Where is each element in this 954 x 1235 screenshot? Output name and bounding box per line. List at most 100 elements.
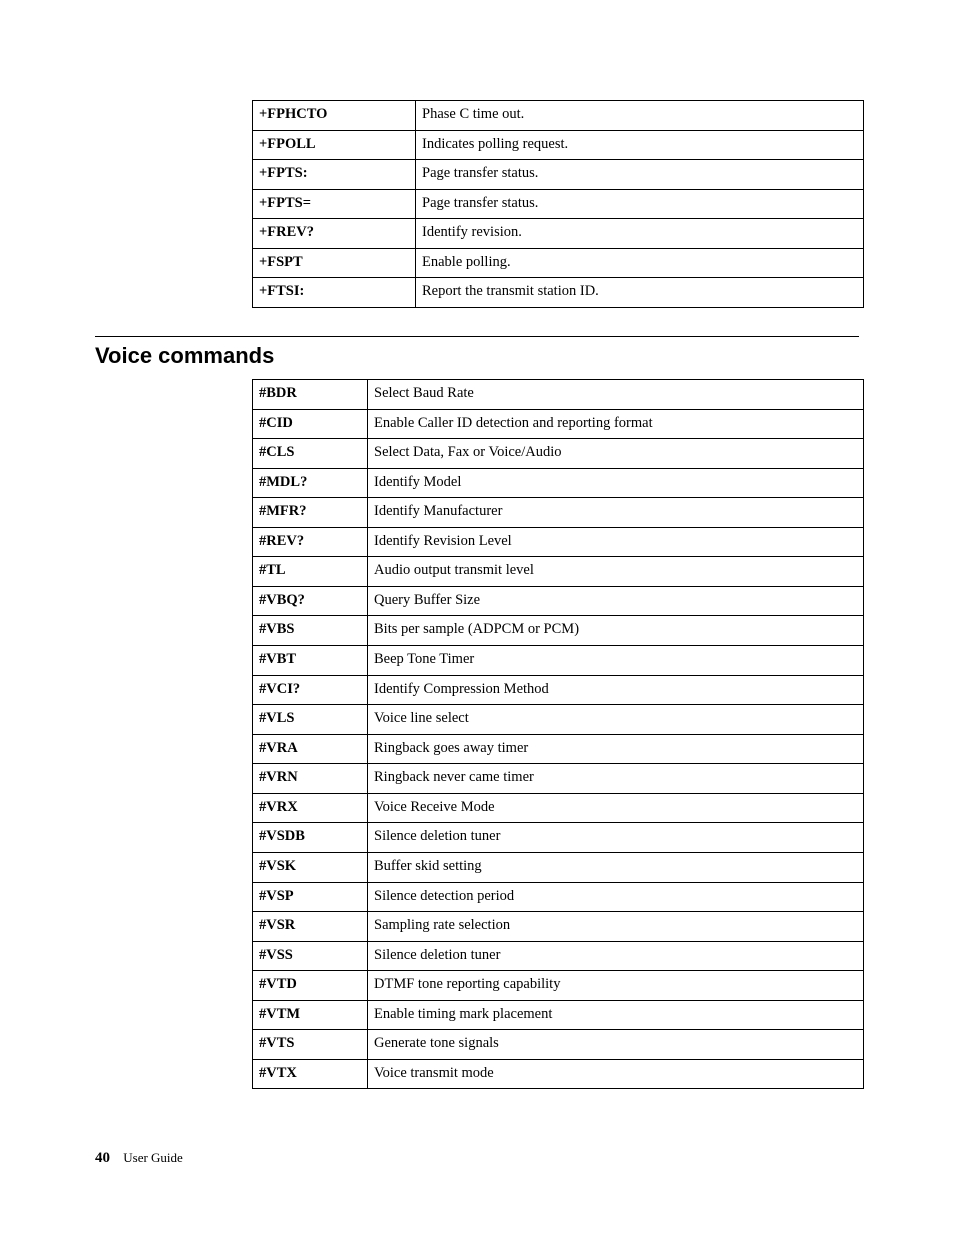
table-row: #REV?Identify Revision Level: [253, 527, 864, 557]
table-row: #VTDDTMF tone reporting capability: [253, 971, 864, 1001]
command-cell: +FTSI:: [253, 278, 416, 308]
command-cell: #VSP: [253, 882, 368, 912]
table-row: #VSPSilence detection period: [253, 882, 864, 912]
fax-table-body: +FPHCTOPhase C time out. +FPOLLIndicates…: [253, 101, 864, 308]
table-row: +FSPTEnable polling.: [253, 248, 864, 278]
description-cell: Identify Manufacturer: [368, 498, 864, 528]
description-cell: Identify Model: [368, 468, 864, 498]
command-cell: #VTS: [253, 1030, 368, 1060]
description-cell: Identify revision.: [416, 219, 864, 249]
page: +FPHCTOPhase C time out. +FPOLLIndicates…: [0, 0, 954, 1235]
command-cell: #VLS: [253, 705, 368, 735]
description-cell: Page transfer status.: [416, 160, 864, 190]
table-row: #VSSSilence deletion tuner: [253, 941, 864, 971]
description-cell: Bits per sample (ADPCM or PCM): [368, 616, 864, 646]
footer-label: User Guide: [123, 1150, 183, 1165]
page-number: 40: [95, 1150, 110, 1166]
command-cell: #VTM: [253, 1000, 368, 1030]
description-cell: Select Data, Fax or Voice/Audio: [368, 439, 864, 469]
description-cell: Identify Compression Method: [368, 675, 864, 705]
table-row: +FPTS:Page transfer status.: [253, 160, 864, 190]
voice-table-body: #BDRSelect Baud Rate #CIDEnable Caller I…: [253, 379, 864, 1089]
voice-commands-table: #BDRSelect Baud Rate #CIDEnable Caller I…: [252, 379, 864, 1090]
command-cell: +FPTS=: [253, 189, 416, 219]
table-row: #VTXVoice transmit mode: [253, 1059, 864, 1089]
table-row: #VSRSampling rate selection: [253, 912, 864, 942]
table-row: #VRNRingback never came timer: [253, 764, 864, 794]
description-cell: Query Buffer Size: [368, 586, 864, 616]
description-cell: Enable polling.: [416, 248, 864, 278]
table-row: +FPHCTOPhase C time out.: [253, 101, 864, 131]
table-row: #BDRSelect Baud Rate: [253, 379, 864, 409]
description-cell: Voice Receive Mode: [368, 793, 864, 823]
table-row: #VTMEnable timing mark placement: [253, 1000, 864, 1030]
command-cell: #VSDB: [253, 823, 368, 853]
description-cell: Beep Tone Timer: [368, 646, 864, 676]
description-cell: Page transfer status.: [416, 189, 864, 219]
command-cell: #VRX: [253, 793, 368, 823]
description-cell: Phase C time out.: [416, 101, 864, 131]
command-cell: #REV?: [253, 527, 368, 557]
command-cell: +FPHCTO: [253, 101, 416, 131]
description-cell: Voice line select: [368, 705, 864, 735]
command-cell: +FREV?: [253, 219, 416, 249]
table-row: #VCI?Identify Compression Method: [253, 675, 864, 705]
command-cell: #CLS: [253, 439, 368, 469]
command-cell: #VBS: [253, 616, 368, 646]
description-cell: Sampling rate selection: [368, 912, 864, 942]
command-cell: #VBT: [253, 646, 368, 676]
command-cell: +FSPT: [253, 248, 416, 278]
table-row: +FPOLLIndicates polling request.: [253, 130, 864, 160]
table-row: +FTSI:Report the transmit station ID.: [253, 278, 864, 308]
description-cell: Identify Revision Level: [368, 527, 864, 557]
command-cell: #VTX: [253, 1059, 368, 1089]
table-row: #VBTBeep Tone Timer: [253, 646, 864, 676]
section-heading: Voice commands: [95, 343, 859, 369]
command-cell: #VSK: [253, 852, 368, 882]
command-cell: +FPTS:: [253, 160, 416, 190]
command-cell: #CID: [253, 409, 368, 439]
command-cell: #VBQ?: [253, 586, 368, 616]
table-row: #VSDBSilence deletion tuner: [253, 823, 864, 853]
table-row: #VTSGenerate tone signals: [253, 1030, 864, 1060]
command-cell: #BDR: [253, 379, 368, 409]
section-divider: [95, 336, 859, 337]
command-cell: #TL: [253, 557, 368, 587]
table-row: #TLAudio output transmit level: [253, 557, 864, 587]
description-cell: Audio output transmit level: [368, 557, 864, 587]
description-cell: Silence detection period: [368, 882, 864, 912]
command-cell: #MFR?: [253, 498, 368, 528]
description-cell: Ringback goes away timer: [368, 734, 864, 764]
command-cell: #VSS: [253, 941, 368, 971]
table-row: #CIDEnable Caller ID detection and repor…: [253, 409, 864, 439]
table-row: #VLSVoice line select: [253, 705, 864, 735]
command-cell: #VTD: [253, 971, 368, 1001]
description-cell: Enable Caller ID detection and reporting…: [368, 409, 864, 439]
description-cell: Buffer skid setting: [368, 852, 864, 882]
table-row: #MDL?Identify Model: [253, 468, 864, 498]
command-cell: #MDL?: [253, 468, 368, 498]
command-cell: +FPOLL: [253, 130, 416, 160]
command-cell: #VCI?: [253, 675, 368, 705]
description-cell: Ringback never came timer: [368, 764, 864, 794]
command-cell: #VSR: [253, 912, 368, 942]
fax-commands-table: +FPHCTOPhase C time out. +FPOLLIndicates…: [252, 100, 864, 308]
table-row: #CLSSelect Data, Fax or Voice/Audio: [253, 439, 864, 469]
table-row: #VRARingback goes away timer: [253, 734, 864, 764]
command-cell: #VRN: [253, 764, 368, 794]
table-row: #MFR?Identify Manufacturer: [253, 498, 864, 528]
description-cell: Indicates polling request.: [416, 130, 864, 160]
description-cell: Generate tone signals: [368, 1030, 864, 1060]
table-row: +FREV?Identify revision.: [253, 219, 864, 249]
description-cell: Silence deletion tuner: [368, 941, 864, 971]
table-row: #VBQ?Query Buffer Size: [253, 586, 864, 616]
table-row: #VBSBits per sample (ADPCM or PCM): [253, 616, 864, 646]
description-cell: Select Baud Rate: [368, 379, 864, 409]
table-row: +FPTS=Page transfer status.: [253, 189, 864, 219]
description-cell: Silence deletion tuner: [368, 823, 864, 853]
description-cell: Voice transmit mode: [368, 1059, 864, 1089]
table-row: #VRXVoice Receive Mode: [253, 793, 864, 823]
description-cell: Report the transmit station ID.: [416, 278, 864, 308]
page-footer: 40 User Guide: [95, 1150, 183, 1167]
description-cell: DTMF tone reporting capability: [368, 971, 864, 1001]
